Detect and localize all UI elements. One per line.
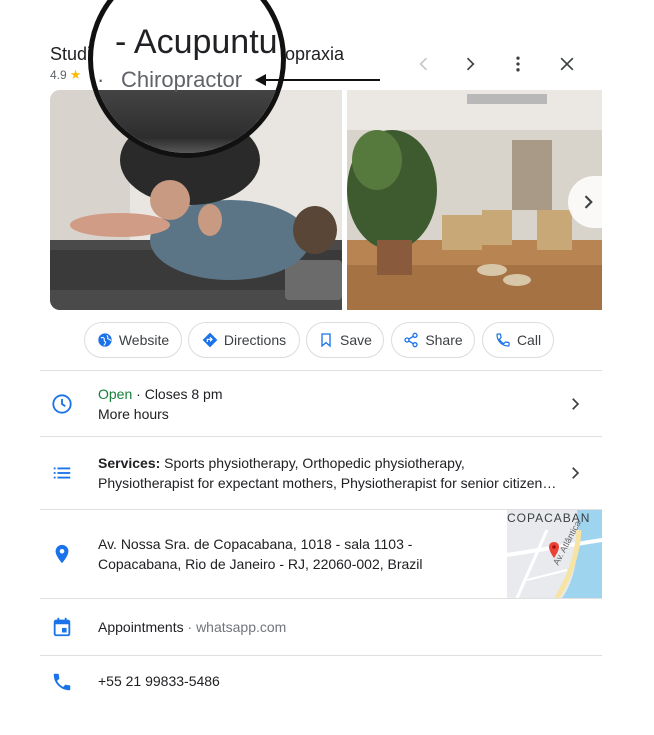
next-button[interactable] [458, 52, 482, 76]
appointments-row[interactable]: Appointments · whatsapp.com [98, 617, 286, 637]
map-thumbnail[interactable]: COPACABAN Av. Atlântica [507, 510, 602, 598]
call-label: Call [516, 332, 542, 348]
divider [40, 655, 602, 656]
magnified-title: - Acupuntu [115, 23, 278, 61]
divider [40, 370, 602, 371]
services-line-1: Services: Sports physiotherapy, Orthoped… [98, 453, 556, 473]
callout-arrow-head [255, 74, 266, 86]
place-title-start: Studi [50, 44, 92, 64]
chevron-right-icon [466, 57, 475, 71]
open-status: Open [98, 386, 133, 402]
chevron-right-icon[interactable] [566, 464, 584, 482]
share-label: Share [425, 332, 463, 348]
services-text-2: Physiotherapist for expectant mothers, P… [98, 475, 557, 491]
more-options-button[interactable] [506, 52, 530, 76]
divider [40, 436, 602, 437]
hours-row[interactable]: Open · Closes 8 pm More hours [98, 384, 223, 424]
prev-button[interactable] [412, 52, 436, 76]
magnified-photo-area [93, 90, 281, 153]
directions-label: Directions [223, 332, 287, 348]
services-row[interactable]: Services: Sports physiotherapy, Orthoped… [98, 453, 556, 493]
appointments-label: Appointments [98, 619, 184, 635]
appointments-separator: · [183, 619, 197, 635]
phone-number[interactable]: +55 21 99833-5486 [98, 671, 220, 691]
close-icon [560, 57, 574, 71]
bookmark-icon [321, 333, 331, 348]
address-line-2: Copacabana, Rio de Janeiro - RJ, 22060-0… [98, 556, 423, 572]
share-icon [404, 332, 418, 348]
chevron-right-icon [584, 195, 593, 209]
address-line-1: Av. Nossa Sra. de Copacabana, 1018 - sal… [98, 536, 413, 552]
photo-clinic-interior[interactable] [347, 90, 602, 310]
action-buttons: Website Directions Save Share Call [0, 322, 654, 358]
interior-photo-image [347, 90, 602, 310]
closing-time: Closes 8 pm [144, 386, 223, 402]
globe-icon [98, 333, 112, 347]
more-hours-link[interactable]: More hours [98, 404, 223, 424]
divider [40, 598, 602, 599]
clock-icon [50, 392, 74, 416]
chevron-right-icon[interactable] [566, 395, 584, 413]
list-icon [50, 461, 74, 485]
share-button[interactable]: Share [391, 322, 475, 358]
website-button[interactable]: Website [84, 322, 182, 358]
callout-arrow-line [262, 79, 380, 81]
phone-icon [496, 333, 510, 347]
save-button[interactable]: Save [306, 322, 384, 358]
address-row[interactable]: Av. Nossa Sra. de Copacabana, 1018 - sal… [98, 534, 423, 574]
category-label: Chiropractor [121, 67, 243, 92]
hours-separator: · [132, 386, 145, 402]
call-button[interactable]: Call [482, 322, 554, 358]
star-icon: ★ [69, 67, 82, 82]
more-vert-icon [516, 56, 520, 72]
magnified-separator: · [97, 67, 105, 92]
rating-value: 4.9 [50, 68, 67, 82]
location-pin-icon [50, 542, 74, 566]
directions-button[interactable]: Directions [188, 322, 300, 358]
website-label: Website [118, 332, 170, 348]
save-label: Save [340, 332, 372, 348]
appointments-link[interactable]: whatsapp.com [196, 619, 286, 635]
rating-row: 4.9 ★ [50, 67, 81, 83]
hours-status-line: Open · Closes 8 pm [98, 384, 223, 404]
calendar-icon [50, 615, 74, 639]
chevron-left-icon [419, 57, 428, 71]
directions-icon [202, 332, 218, 348]
phone-icon [50, 670, 74, 694]
services-text-1: Sports physiotherapy, Orthopedic physiot… [160, 455, 465, 471]
close-button[interactable] [555, 52, 579, 76]
services-label: Services: [98, 455, 161, 471]
